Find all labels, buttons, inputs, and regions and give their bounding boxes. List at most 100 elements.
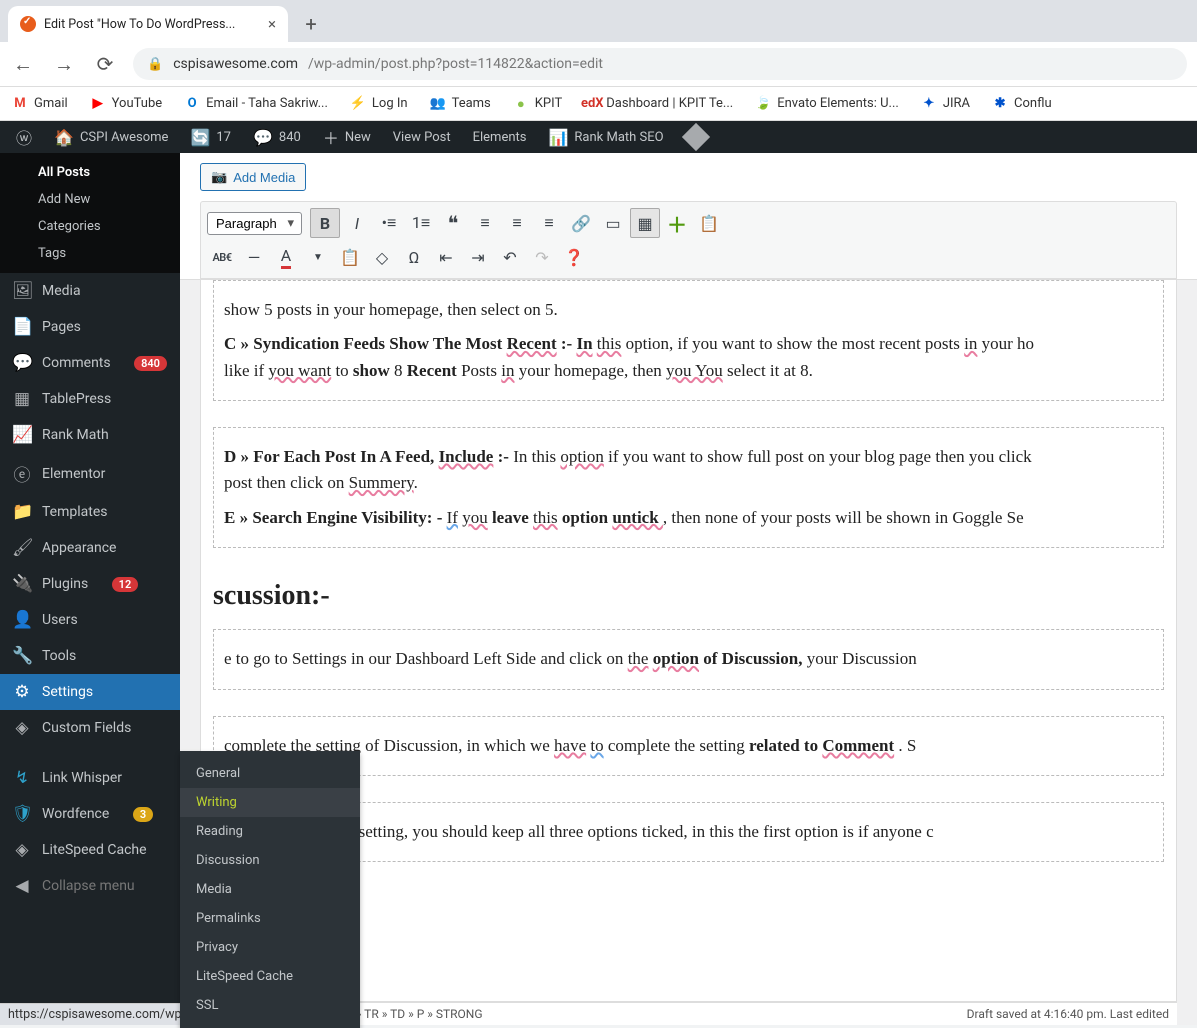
elements[interactable]: Elements <box>465 121 535 153</box>
more-button[interactable]: ▭ <box>598 208 628 238</box>
settings-icon: ⚙ <box>12 682 32 702</box>
menu-custom-fields[interactable]: ◈Custom Fields <box>0 710 180 746</box>
flyout-media[interactable]: Media <box>180 875 360 904</box>
tab-close-icon[interactable]: × <box>268 15 276 33</box>
menu-collapse[interactable]: ◀Collapse menu <box>0 868 180 904</box>
tools-icon: 🔧 <box>12 646 32 666</box>
flyout-writing[interactable]: Writing <box>180 788 360 817</box>
visit-site[interactable]: 🏠CSPI Awesome <box>46 121 176 153</box>
sub-tags[interactable]: Tags <box>0 240 180 267</box>
flyout-privacy[interactable]: Privacy <box>180 933 360 962</box>
flyout-permalinks[interactable]: Permalinks <box>180 904 360 933</box>
flyout-litespeed[interactable]: LiteSpeed Cache <box>180 962 360 991</box>
sub-all-posts[interactable]: All Posts <box>0 159 180 186</box>
text-color-button[interactable]: A <box>271 242 301 272</box>
menu-tablepress[interactable]: ▦TablePress <box>0 381 180 417</box>
number-list-button[interactable]: 1≡ <box>406 208 436 238</box>
strikethrough-button[interactable]: AB€ <box>207 242 237 272</box>
menu-media[interactable]: 🖼Media <box>0 273 180 309</box>
menu-wordfence[interactable]: 🛡Wordfence 3 <box>0 796 180 832</box>
redo-button[interactable]: ↷ <box>527 242 557 272</box>
bookmark-label: Email - Taha Sakriw... <box>206 96 328 111</box>
admin-diamond-icon[interactable] <box>678 127 714 147</box>
help-button[interactable]: ❓ <box>559 242 589 272</box>
bookmark-label: JIRA <box>943 96 970 111</box>
menu-comments[interactable]: 💬Comments 840 <box>0 345 180 381</box>
bookmark-icon: O <box>184 96 200 112</box>
rank-math-seo[interactable]: 📊Rank Math SEO <box>541 121 672 153</box>
format-select[interactable]: Paragraph <box>207 212 302 235</box>
bookmark-item[interactable]: ●KPIT <box>513 96 562 112</box>
menu-tools[interactable]: 🔧Tools <box>0 638 180 674</box>
link-button[interactable]: 🔗 <box>566 208 596 238</box>
align-right-button[interactable]: ≡ <box>534 208 564 238</box>
menu-pages[interactable]: 📄Pages <box>0 309 180 345</box>
paste-button[interactable]: 📋 <box>694 208 724 238</box>
menu-litespeed[interactable]: ◈LiteSpeed Cache <box>0 832 180 868</box>
flyout-discussion[interactable]: Discussion <box>180 846 360 875</box>
bookmark-item[interactable]: edXDashboard | KPIT Te... <box>584 96 733 112</box>
comments[interactable]: 💬840 <box>245 121 309 153</box>
flyout-reading[interactable]: Reading <box>180 817 360 846</box>
bookmark-label: Conflu <box>1014 96 1052 111</box>
updates[interactable]: 🔄17 <box>182 121 239 153</box>
back-button[interactable]: ← <box>10 52 36 77</box>
menu-users[interactable]: 👤Users <box>0 602 180 638</box>
kitchen-sink-button[interactable]: ▦ <box>630 208 660 238</box>
add-element-button[interactable]: ＋ <box>662 208 692 238</box>
menu-settings[interactable]: ⚙Settings <box>0 674 180 710</box>
add-media-button[interactable]: 📷 Add Media <box>200 163 306 191</box>
bookmark-label: Gmail <box>34 96 68 111</box>
bookmark-item[interactable]: ✱Conflu <box>992 96 1052 112</box>
new-tab-button[interactable]: + <box>296 9 326 39</box>
elementor-icon: ⓔ <box>12 461 32 486</box>
text-color-dropdown[interactable]: ▼ <box>303 242 333 272</box>
bookmark-item[interactable]: O Email - Taha Sakriw... <box>184 96 328 112</box>
bookmark-label: Teams <box>452 96 491 111</box>
flyout-general[interactable]: General <box>180 759 360 788</box>
wp-admin-sidebar: All Posts Add New Categories Tags 🖼Media… <box>0 153 180 1025</box>
rankmath-icon: 📈 <box>12 425 32 445</box>
italic-button[interactable]: I <box>342 208 372 238</box>
forward-button[interactable]: → <box>51 52 77 77</box>
align-center-button[interactable]: ≡ <box>502 208 532 238</box>
bold-button[interactable]: B <box>310 208 340 238</box>
flyout-ssl[interactable]: SSL <box>180 991 360 1020</box>
browser-chrome: Edit Post "How To Do WordPress... × + ← … <box>0 0 1197 121</box>
view-post[interactable]: View Post <box>385 121 459 153</box>
hr-button[interactable]: — <box>239 242 269 272</box>
sub-categories[interactable]: Categories <box>0 213 180 240</box>
menu-templates[interactable]: 📁Templates <box>0 494 180 530</box>
outdent-button[interactable]: ⇤ <box>431 242 461 272</box>
sub-add-new[interactable]: Add New <box>0 186 180 213</box>
bookmark-item[interactable]: ▶YouTube <box>90 96 163 112</box>
menu-appearance[interactable]: 🖌Appearance <box>0 530 180 566</box>
bookmark-item[interactable]: 👥Teams <box>430 96 491 112</box>
menu-link-whisper[interactable]: ↯Link Whisper <box>0 760 180 796</box>
bullet-list-button[interactable]: •≡ <box>374 208 404 238</box>
menu-elementor[interactable]: ⓔElementor <box>0 453 180 494</box>
pages-icon: 📄 <box>12 317 32 337</box>
address-bar[interactable]: 🔒 cspisawesome.com/wp-admin/post.php?pos… <box>133 48 1187 80</box>
editor-toolbar-area: 📷 Add Media Paragraph B I •≡ 1≡ ❝ ≡ ≡ ≡ … <box>180 153 1197 280</box>
bookmark-item[interactable]: 🍃Envato Elements: U... <box>755 96 899 112</box>
bookmark-item[interactable]: ✦JIRA <box>921 96 970 112</box>
new-content[interactable]: ＋New <box>315 121 379 153</box>
wp-logo[interactable]: ⓦ <box>8 121 40 153</box>
paste-text-button[interactable]: 📋 <box>335 242 365 272</box>
align-left-button[interactable]: ≡ <box>470 208 500 238</box>
undo-button[interactable]: ↶ <box>495 242 525 272</box>
indent-button[interactable]: ⇥ <box>463 242 493 272</box>
bookmark-item[interactable]: ⚡Log In <box>350 96 408 112</box>
reload-button[interactable]: ⟳ <box>92 52 118 76</box>
menu-plugins[interactable]: 🔌Plugins 12 <box>0 566 180 602</box>
blockquote-button[interactable]: ❝ <box>438 208 468 238</box>
tab-strip: Edit Post "How To Do WordPress... × + <box>0 0 1197 42</box>
bookmark-item[interactable]: M Gmail <box>12 96 68 112</box>
clear-format-button[interactable]: ◇ <box>367 242 397 272</box>
menu-rankmath[interactable]: 📈Rank Math <box>0 417 180 453</box>
special-char-button[interactable]: Ω <box>399 242 429 272</box>
media-icon: 🖼 <box>12 281 32 301</box>
bookmark-icon: M <box>12 96 28 112</box>
browser-tab[interactable]: Edit Post "How To Do WordPress... × <box>8 6 288 42</box>
